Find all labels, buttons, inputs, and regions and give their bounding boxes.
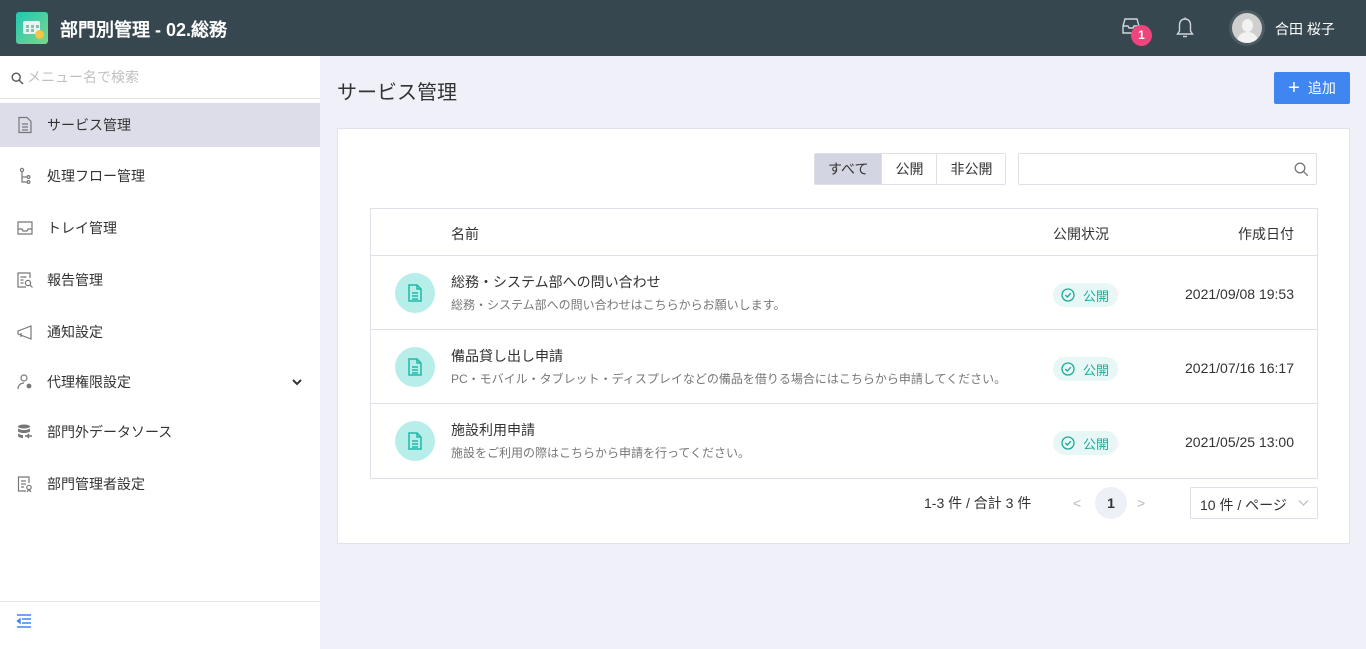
filter-private[interactable]: 非公開 [937,154,1006,184]
service-title[interactable]: 備品貸し出し申請 [451,346,563,366]
pagination-total: 1-3 件 / 合計 3 件 [924,495,1032,511]
chevron-down-icon[interactable] [290,375,304,389]
service-search [1018,153,1317,185]
service-list-card: すべて 公開 非公開 名前 公開状況 作成日付 総務・システム部への問い合わせ … [337,128,1350,544]
filter-all[interactable]: すべて [815,154,883,184]
add-button-label: 追加 [1307,80,1336,96]
menu-search [0,56,320,99]
user-key-icon [17,374,32,390]
page-number-button[interactable]: 1 [1095,487,1127,519]
service-description: 施設をご利用の際はこちらから申請を行ってください。 [451,446,751,460]
sidebar: サービス管理 処理フロー管理 トレイ管理 報告管理 通知設定 代理権限設定 部門… [0,56,320,649]
created-date: 2021/09/08 19:53 [1185,286,1294,302]
sidebar-item-department-admin[interactable]: 部門管理者設定 [0,462,320,506]
search-icon [11,72,24,85]
column-header-created[interactable]: 作成日付 [1238,224,1294,244]
bell-icon[interactable] [1175,17,1195,39]
table-row[interactable]: 備品貸し出し申請 PC・モバイル・タブレット・ディスプレイなどの備品を借りる場合… [371,330,1317,404]
service-search-input[interactable] [1027,159,1287,179]
sidebar-item-label: 通知設定 [47,324,103,340]
status-label: 公開 [1083,288,1110,304]
status-badge: 公開 [1053,283,1119,307]
app-title: 部門別管理 - 02.総務 [60,20,228,40]
app-logo[interactable] [16,12,48,44]
next-page-button[interactable]: > [1137,495,1145,511]
sidebar-item-notification-settings[interactable]: 通知設定 [0,310,320,354]
created-date: 2021/07/16 16:17 [1185,360,1294,376]
sidebar-item-label: 部門外データソース [47,424,173,440]
sidebar-item-label: 処理フロー管理 [47,168,145,184]
chevron-down-icon [1298,500,1309,506]
status-badge: 公開 [1053,357,1119,381]
service-description: PC・モバイル・タブレット・ディスプレイなどの備品を借りる場合にはこちらから申請… [451,372,1007,386]
service-icon [395,421,435,461]
table-row[interactable]: 総務・システム部への問い合わせ 総務・システム部への問い合わせはこちらからお願い… [371,256,1317,330]
page-title: サービス管理 [337,82,457,104]
sidebar-footer [0,601,320,649]
check-circle-icon [1061,436,1075,450]
sidebar-item-report-management[interactable]: 報告管理 [0,258,320,302]
sidebar-item-label: 報告管理 [47,272,103,288]
document-icon [408,432,422,450]
sidebar-item-label: トレイ管理 [47,220,117,236]
collapse-sidebar-icon[interactable] [16,614,32,628]
admin-doc-icon [17,476,32,493]
filter-public[interactable]: 公開 [882,154,938,184]
add-button[interactable]: + 追加 [1274,72,1350,104]
service-icon [395,347,435,387]
status-label: 公開 [1083,436,1110,452]
page-size-select[interactable]: 10 件 / ページ [1190,487,1318,519]
sidebar-item-delegation-settings[interactable]: 代理権限設定 [0,360,320,404]
service-description: 総務・システム部への問い合わせはこちらからお願いします。 [451,298,786,312]
inbox-badge: 1 [1131,25,1152,46]
status-label: 公開 [1083,362,1110,378]
avatar[interactable] [1229,10,1265,46]
sidebar-item-label: サービス管理 [47,117,131,133]
status-badge: 公開 [1053,431,1119,455]
service-title[interactable]: 施設利用申請 [451,420,535,440]
flow-icon [19,167,31,185]
sidebar-item-service-management[interactable]: サービス管理 [0,103,320,147]
plus-icon: + [1288,77,1300,99]
document-icon [408,284,422,302]
publish-filter: すべて 公開 非公開 [814,153,1007,185]
sidebar-item-tray-management[interactable]: トレイ管理 [0,206,320,250]
sidebar-item-label: 代理権限設定 [47,374,131,390]
service-table: 名前 公開状況 作成日付 総務・システム部への問い合わせ 総務・システム部への問… [370,208,1318,479]
document-icon [408,358,422,376]
created-date: 2021/05/25 13:00 [1185,434,1294,450]
table-header: 名前 公開状況 作成日付 [371,209,1317,256]
search-icon[interactable] [1294,162,1309,177]
megaphone-icon [17,325,32,340]
user-name[interactable]: 合田 桜子 [1275,19,1335,39]
service-title[interactable]: 総務・システム部への問い合わせ [451,272,661,292]
database-transfer-icon [18,424,32,439]
prev-page-button[interactable]: < [1073,495,1081,511]
tray-icon [17,221,33,235]
report-search-icon [17,272,33,288]
top-bar: 部門別管理 - 02.総務 1 合田 桜子 [0,0,1366,56]
sidebar-item-external-datasource[interactable]: 部門外データソース [0,410,320,454]
table-row[interactable]: 施設利用申請 施設をご利用の際はこちらから申請を行ってください。 公開 2021… [371,404,1317,478]
sidebar-item-label: 部門管理者設定 [47,476,145,492]
page-size-label: 10 件 / ページ [1200,497,1287,513]
menu-search-input[interactable] [27,66,307,88]
document-icon [18,116,32,134]
column-header-status[interactable]: 公開状況 [1053,224,1109,244]
check-circle-icon [1061,288,1075,302]
check-circle-icon [1061,362,1075,376]
sidebar-item-flow-management[interactable]: 処理フロー管理 [0,154,320,198]
column-header-name[interactable]: 名前 [451,224,479,244]
service-icon [395,273,435,313]
